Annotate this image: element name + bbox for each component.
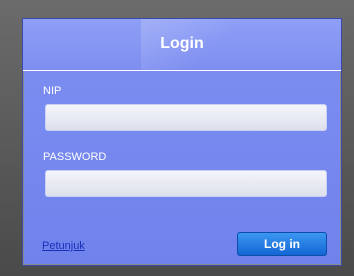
window-background: Login NIP PASSWORD Petunjuk Log in [0,0,354,276]
password-label: PASSWORD [43,151,107,163]
login-header: Login [23,19,341,71]
nip-label: NIP [43,85,62,97]
password-input[interactable] [45,170,327,197]
login-panel: Login NIP PASSWORD Petunjuk Log in [22,18,342,266]
help-link[interactable]: Petunjuk [42,240,85,252]
login-button[interactable]: Log in [237,232,327,256]
nip-input[interactable] [45,104,327,131]
login-title: Login [160,35,204,52]
